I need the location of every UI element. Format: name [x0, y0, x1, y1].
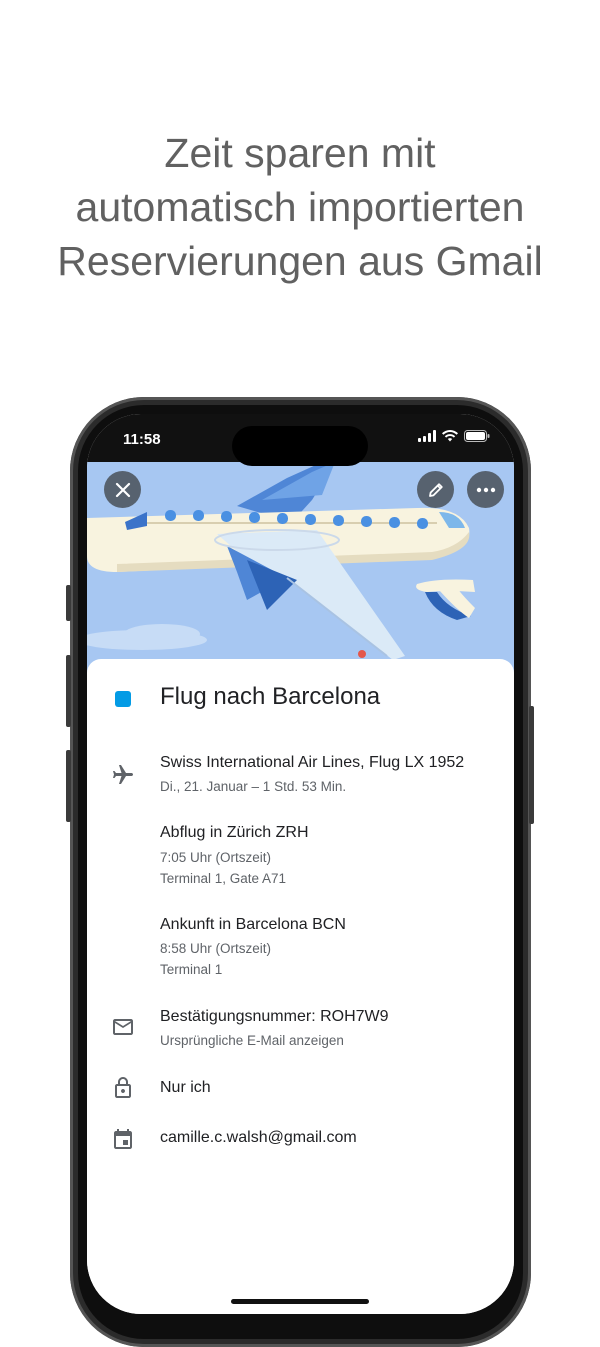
battery-icon — [464, 430, 490, 442]
close-icon — [115, 482, 130, 497]
more-horizontal-icon — [476, 487, 495, 492]
close-button[interactable] — [104, 471, 141, 508]
event-color-swatch — [115, 691, 131, 707]
cellular-signal-icon — [418, 430, 436, 442]
mail-icon — [113, 1019, 133, 1035]
confirmation-number: Bestätigungsnummer: ROH7W9 — [160, 1008, 389, 1025]
flight-date-duration: Di., 21. Januar – 1 Std. 53 Min. — [160, 779, 347, 794]
headline-line-1: Zeit sparen mit — [164, 130, 436, 176]
departure-title: Abflug in Zürich ZRH — [160, 824, 309, 841]
status-time: 11:58 — [123, 431, 161, 448]
dynamic-island — [232, 426, 368, 466]
phone-volume-up-button — [66, 655, 71, 727]
calendar-icon — [114, 1129, 132, 1149]
phone-volume-down-button — [66, 750, 71, 822]
calendar-account: camille.c.walsh@gmail.com — [160, 1129, 357, 1146]
flight-airline: Swiss International Air Lines, Flug LX 1… — [160, 754, 465, 771]
visibility-label: Nur ich — [160, 1079, 211, 1096]
lock-icon — [115, 1077, 131, 1098]
pencil-icon — [428, 482, 443, 497]
headline-line-3: Reservierungen aus Gmail — [57, 238, 543, 284]
phone-action-button — [66, 585, 71, 621]
phone-screen: 11:58 Flug nach Barcelona Swiss Internat… — [87, 414, 514, 1314]
headline: Zeit sparen mit automatisch importierten… — [0, 126, 600, 288]
departure-time: 7:05 Uhr (Ortszeit) — [160, 850, 272, 865]
view-original-email-link[interactable]: Ursprüngliche E-Mail anzeigen — [160, 1033, 344, 1048]
event-title-row: Flug nach Barcelona — [87, 679, 514, 719]
more-options-button[interactable] — [467, 471, 504, 508]
airplane-icon — [113, 765, 133, 784]
event-details-sheet: Flug nach Barcelona Swiss International … — [87, 659, 514, 1314]
arrival-title: Ankunft in Barcelona BCN — [160, 916, 346, 933]
headline-line-2: automatisch importierten — [75, 184, 525, 230]
departure-terminal: Terminal 1, Gate A71 — [160, 871, 287, 886]
event-title: Flug nach Barcelona — [160, 683, 381, 710]
phone-power-button — [529, 706, 534, 824]
wifi-icon — [442, 430, 458, 442]
edit-button[interactable] — [417, 471, 454, 508]
home-indicator[interactable] — [231, 1299, 369, 1304]
arrival-terminal: Terminal 1 — [160, 962, 223, 977]
arrival-time: 8:58 Uhr (Ortszeit) — [160, 941, 272, 956]
